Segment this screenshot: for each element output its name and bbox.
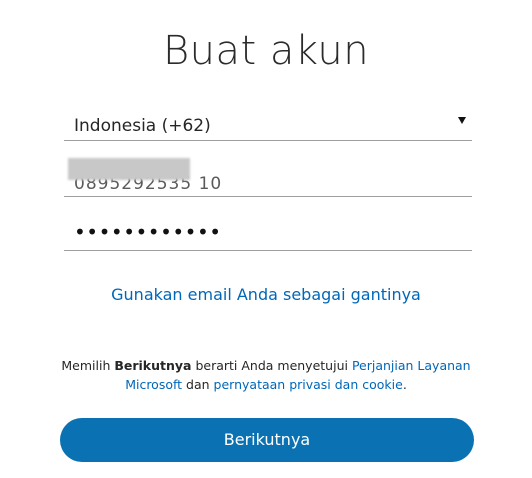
terms-notice: Memilih Berikutnya berarti Anda menyetuj… [60,356,472,394]
privacy-cookie-link[interactable]: pernyataan privasi dan cookie [214,377,403,392]
password-field[interactable]: •••••••••••• [64,214,472,251]
country-code-value: Indonesia (+62) [74,116,211,136]
terms-prefix: Memilih [61,358,115,373]
terms-bold-next: Berikutnya [114,358,192,373]
terms-suffix: . [402,377,407,392]
phone-number-field[interactable]: 0895292535 10 [64,158,472,197]
next-button[interactable]: Berikutnya [60,418,474,462]
country-code-select[interactable]: Indonesia (+62) [64,108,472,141]
dropdown-caret-icon [458,117,466,124]
password-masked-value: •••••••••••• [74,220,222,244]
terms-middle: berarti Anda menyetujui [191,358,352,373]
terms-and: dan [182,377,214,392]
redaction-overlay [68,158,190,180]
use-email-instead-link[interactable]: Gunakan email Anda sebagai gantinya [0,285,532,304]
page-title: Buat akun [162,28,370,74]
